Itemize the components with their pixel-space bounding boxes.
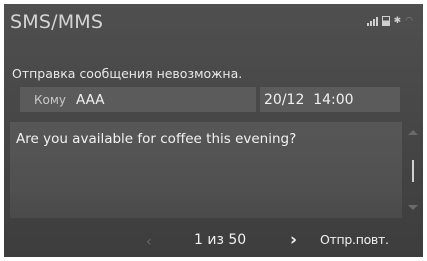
page-title: SMS/MMS [10,11,104,33]
page-indicator: 1 из 50 [194,232,247,248]
status-icons: ✱ ◠ [366,16,413,26]
bluetooth-icon: ✱ [393,16,402,26]
chevron-left-icon[interactable]: ‹ [146,234,152,250]
scrollbar[interactable] [405,122,421,218]
resend-button[interactable]: Отпр.повт. [320,232,389,247]
message-body-area: Are you available for coffee this evenin… [10,122,402,218]
message-text: Are you available for coffee this evenin… [16,131,297,147]
bottom-bar: ‹ 1 из 50 › Отпр.повт. [4,224,423,257]
scroll-down-icon[interactable] [408,205,418,210]
message-header: Кому AAA 20/12 14:00 [20,87,400,112]
status-message: Отправка сообщения невозможна. [12,66,243,81]
chevron-right-icon[interactable]: › [290,230,297,250]
wifi-icon: ◠ [405,16,413,26]
recipient-value: AAA [76,91,105,108]
sms-screen: SMS/MMS ✱ ◠ Отправка сообщения невозможн… [4,4,423,257]
scroll-up-icon[interactable] [408,130,418,135]
scroll-thumb[interactable] [412,160,414,182]
timestamp-field: 20/12 14:00 [260,87,400,112]
recipient-field: Кому AAA [20,87,256,112]
signal-icon [366,17,378,26]
battery-icon [381,16,390,26]
timestamp: 20/12 14:00 [264,91,354,108]
recipient-label: Кому [34,92,67,107]
